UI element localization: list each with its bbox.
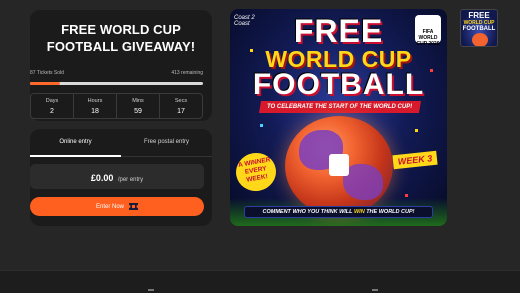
price-suffix: /per entry	[117, 177, 144, 183]
poster-banner-text: TO CELEBRATE THE START OF THE WORLD CUP!	[267, 104, 413, 110]
countdown-value: 17	[177, 108, 185, 115]
ticket-icon	[129, 203, 138, 210]
footer-divider	[148, 289, 154, 291]
confetti	[405, 194, 408, 197]
bottom-text-pre: COMMENT WHO YOU THINK WILL	[262, 209, 354, 215]
poster-line-free: FREE	[293, 13, 384, 49]
thumb-football: FOOTBALL	[462, 26, 496, 32]
giveaway-poster-image: Coast 2 Coast FIFA WORLD CUP 2026 FREE W…	[230, 9, 447, 226]
poster-thumbnail[interactable]: FREE WORLD CUP FOOTBALL	[460, 9, 498, 47]
price-display: £0.00 /per entry	[30, 164, 204, 189]
countdown-label: Days	[45, 98, 59, 104]
countdown-label: Secs	[174, 98, 188, 104]
countdown-value: 59	[134, 108, 142, 115]
poster-line-football: FOOTBALL	[252, 68, 425, 101]
football-image	[285, 116, 393, 216]
week-badge: WEEK 3	[392, 150, 438, 170]
page-footer	[0, 270, 520, 293]
countdown-secs: Secs 17	[160, 94, 202, 118]
confetti	[260, 124, 263, 127]
thumb-ball	[472, 33, 488, 46]
bottom-text-post: THE WORLD CUP!	[364, 209, 415, 215]
giveaway-info-card: FREE WORLD CUP FOOTBALL GIVEAWAY! 87 Tic…	[30, 10, 212, 121]
tickets-remaining: 413 remaining	[171, 70, 203, 76]
poster-banner: TO CELEBRATE THE START OF THE WORLD CUP!	[258, 101, 422, 113]
enter-now-label: Enter Now	[95, 203, 124, 210]
countdown-hours: Hours 18	[74, 94, 117, 118]
tickets-progress-bar	[30, 82, 203, 85]
enter-now-button[interactable]: Enter Now	[30, 197, 204, 216]
countdown-mins: Mins 59	[117, 94, 160, 118]
countdown-label: Mins	[132, 98, 144, 104]
bottom-text-win: WIN	[353, 209, 365, 215]
countdown-value: 2	[50, 108, 54, 115]
entry-card: Online entry Free postal entry £0.00 /pe…	[30, 129, 212, 226]
tab-online-entry[interactable]: Online entry	[30, 135, 121, 157]
tickets-sold: 87 Tickets Sold	[30, 70, 64, 76]
footer-divider	[372, 289, 378, 291]
countdown-value: 18	[91, 108, 99, 115]
winner-every-week-badge: A WINNER EVERY WEEK!	[233, 149, 279, 195]
price-value: £0.00	[90, 173, 114, 183]
countdown-timer: Days 2 Hours 18 Mins 59 Secs 17	[30, 93, 203, 119]
confetti	[430, 69, 433, 72]
entry-tabs: Online entry Free postal entry	[30, 135, 212, 157]
poster-bottom-banner: COMMENT WHO YOU THINK WILL WIN THE WORLD…	[244, 206, 433, 218]
giveaway-title: FREE WORLD CUP FOOTBALL GIVEAWAY!	[46, 22, 196, 54]
thumb-free: FREE	[468, 11, 490, 20]
ball-logo	[329, 154, 349, 176]
tab-free-postal-entry[interactable]: Free postal entry	[121, 135, 212, 156]
confetti	[250, 49, 253, 52]
countdown-label: Hours	[87, 98, 103, 104]
tickets-progress-fill	[30, 82, 61, 85]
countdown-days: Days 2	[31, 94, 74, 118]
confetti	[415, 129, 418, 132]
ball-panel	[343, 164, 383, 200]
